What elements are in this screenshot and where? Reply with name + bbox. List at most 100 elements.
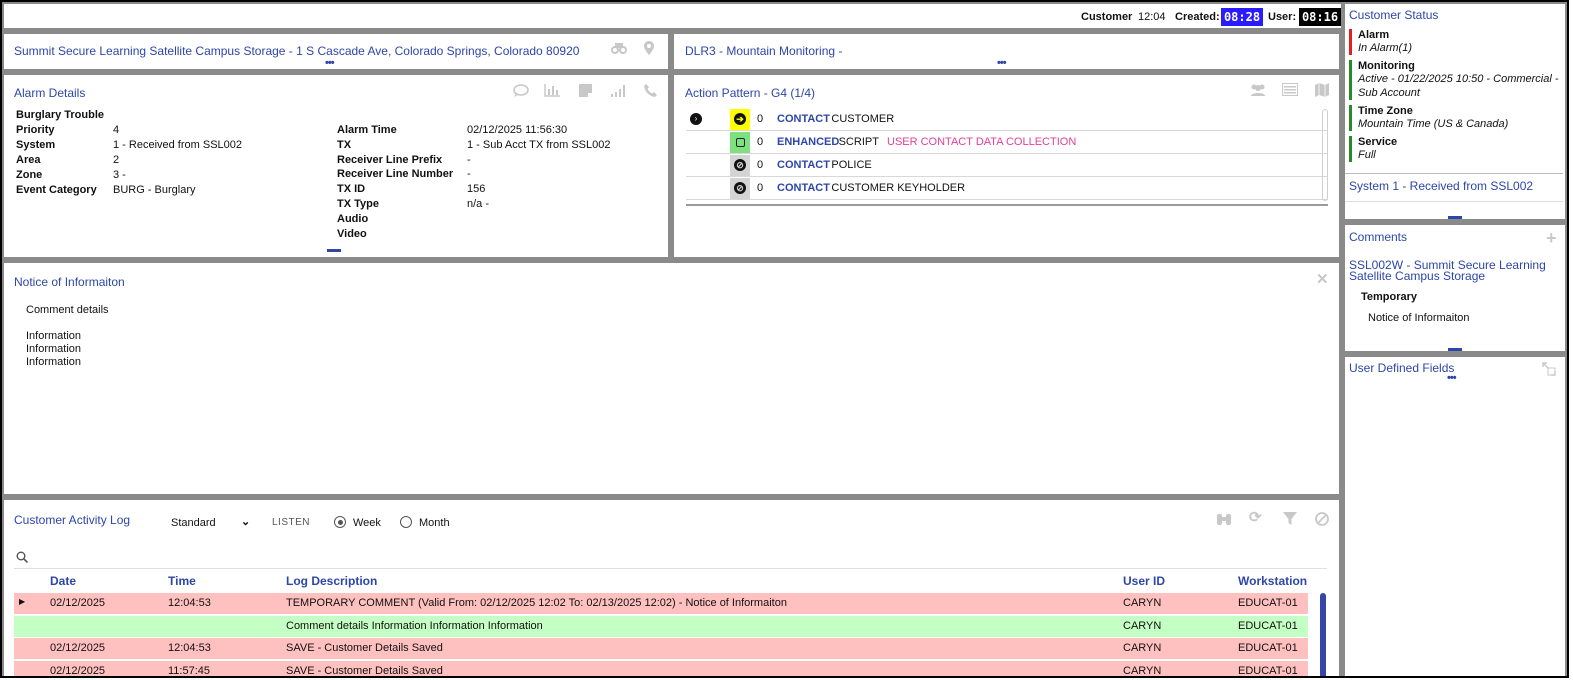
radio-label: Week xyxy=(353,517,381,529)
action-pattern-panel: Action Pattern - G4 (1/4) › ➔ 0 CONTACT CUST… xyxy=(674,75,1339,257)
user-clock: 08:16 xyxy=(1299,8,1341,26)
search-icon[interactable] xyxy=(16,551,29,566)
location-pin-icon[interactable] xyxy=(644,41,654,58)
notice-line: Information xyxy=(26,343,82,355)
log-scrollbar[interactable] xyxy=(1320,593,1326,676)
cell-time: 12:04:53 xyxy=(168,642,211,654)
detail-value: 3 - xyxy=(113,169,126,181)
map-icon[interactable] xyxy=(1315,83,1329,100)
dealer-title-link[interactable]: DLR3 - Mountain Monitoring - xyxy=(685,44,842,58)
dealer-header-panel: DLR3 - Mountain Monitoring - ••• xyxy=(674,34,1339,69)
chevron-down-icon: ⌄ xyxy=(241,516,251,528)
clear-filter-icon[interactable] xyxy=(1315,512,1329,529)
status-item-service: Service Full xyxy=(1349,136,1559,162)
status-key: Service xyxy=(1358,136,1398,148)
column-header[interactable]: Log Description xyxy=(286,574,377,588)
status-key: Time Zone xyxy=(1358,105,1413,117)
detail-value: - xyxy=(467,153,471,166)
step-count: 0 xyxy=(757,159,764,171)
detail-label: Alarm Time xyxy=(337,124,397,136)
status-item-monitoring: Monitoring Active - 01/22/2025 10:50 - Co… xyxy=(1349,60,1559,100)
column-header[interactable]: User ID xyxy=(1123,574,1165,588)
collapse-handle[interactable] xyxy=(1448,348,1462,351)
group-people-icon[interactable] xyxy=(1249,83,1267,100)
table-row[interactable]: 02/12/2025 12:04:53 SAVE - Customer Detail… xyxy=(14,638,1308,659)
action-step-row[interactable]: › ➔ 0 CONTACT CUSTOMER xyxy=(686,108,1328,131)
status-key: Alarm xyxy=(1358,29,1390,41)
column-header[interactable]: Date xyxy=(50,574,76,588)
expand-row-icon[interactable]: ▶ xyxy=(19,597,25,606)
collapse-handle[interactable] xyxy=(1448,216,1462,219)
table-row[interactable]: Comment details Information Information … xyxy=(14,615,1308,637)
detail-value: BURG - Burglary xyxy=(113,184,196,196)
expand-window-icon[interactable] xyxy=(1542,362,1556,379)
list-divider xyxy=(686,204,1328,206)
action-pattern-scrollbar[interactable] xyxy=(1322,109,1328,201)
status-item-time-zone: Time Zone Mountain Time (US & Canada) xyxy=(1349,105,1559,131)
site-title-link[interactable]: Summit Secure Learning Satellite Campus … xyxy=(14,44,579,58)
detail-value: - xyxy=(467,168,471,181)
cell-user: CARYN xyxy=(1123,642,1162,654)
comment-text: Notice of Informaiton xyxy=(1368,312,1470,324)
close-icon[interactable]: ✕ xyxy=(1316,272,1329,287)
square-icon[interactable] xyxy=(730,132,750,153)
binoculars-icon[interactable] xyxy=(1216,512,1232,529)
radio-circle[interactable] xyxy=(334,516,346,528)
list-view-icon[interactable] xyxy=(1282,83,1298,99)
cell-desc: TEMPORARY COMMENT (Valid From: 02/12/202… xyxy=(286,597,787,609)
binoculars-icon[interactable] xyxy=(610,41,628,58)
system-link[interactable]: System 1 - Received from SSL002 xyxy=(1349,179,1533,193)
action-step-row[interactable]: 0 ENHANCED SCRIPT USER CONTACT DATA COLLECT… xyxy=(686,131,1328,154)
created-label: Created: xyxy=(1175,11,1220,23)
status-value: Full xyxy=(1358,149,1376,161)
udf-panel: User Defined Fields ••• xyxy=(1345,357,1565,392)
comments-panel: Comments + SSL002W - Summit Secure Learn… xyxy=(1345,225,1565,351)
cell-time: 12:04:53 xyxy=(168,597,211,609)
phone-icon[interactable] xyxy=(644,84,657,100)
filter-icon[interactable] xyxy=(1283,512,1297,529)
log-view-select[interactable]: Standard ⌄ xyxy=(168,514,256,532)
divider xyxy=(1345,173,1563,174)
arrow-right-icon[interactable]: ➔ xyxy=(730,109,750,130)
bar-chart-icon[interactable] xyxy=(544,84,560,100)
table-row[interactable]: ▶ 02/12/2025 12:04:53 TEMPORARY COMMENT (Va… xyxy=(14,593,1308,614)
signal-strength-icon[interactable] xyxy=(610,84,626,100)
expand-more-icon[interactable]: ••• xyxy=(325,58,335,69)
refresh-icon[interactable]: ⟳ xyxy=(1249,510,1262,525)
notice-line: Information xyxy=(26,356,82,368)
expand-more-icon[interactable]: ••• xyxy=(997,58,1007,69)
column-header[interactable]: Time xyxy=(168,574,196,588)
customer-status-panel: Customer Status Alarm In Alarm(1) Monitori… xyxy=(1345,4,1565,219)
expand-more-icon[interactable]: ••• xyxy=(1447,373,1457,384)
column-header[interactable]: Workstation xyxy=(1238,574,1307,588)
detail-label: TX ID xyxy=(337,183,366,196)
app-window: Customer 12:04 Created: 08:28 User: 08:1… xyxy=(0,0,1569,678)
current-step-icon: › xyxy=(690,113,702,125)
cell-ws: EDUCAT-01 xyxy=(1238,619,1298,632)
collapse-handle[interactable] xyxy=(327,249,341,252)
status-value: Active - 01/22/2025 10:50 - Commercial -… xyxy=(1358,73,1559,99)
step-target: POLICE xyxy=(831,159,872,171)
status-strip: Customer 12:04 Created: 08:28 User: 08:1… xyxy=(4,4,1341,28)
detail-value: 156 xyxy=(467,183,486,196)
radio-circle[interactable] xyxy=(400,516,412,528)
action-step-row[interactable]: ⊘ 0 CONTACT POLICE xyxy=(686,154,1328,177)
chat-bubble-icon[interactable] xyxy=(513,84,529,100)
blocked-icon[interactable]: ⊘ xyxy=(730,178,750,199)
listen-label[interactable]: LISTEN xyxy=(272,517,310,528)
sidebar-empty-area xyxy=(1345,392,1565,676)
detail-label: Area xyxy=(16,154,41,166)
blocked-icon[interactable]: ⊘ xyxy=(730,155,750,176)
step-action: CONTACT xyxy=(777,113,830,125)
step-script-name[interactable]: USER CONTACT DATA COLLECTION xyxy=(887,136,1076,148)
table-row[interactable]: 02/12/2025 11:57:45 SAVE - Customer Detail… xyxy=(14,660,1308,676)
add-comment-icon[interactable]: + xyxy=(1546,229,1557,247)
step-target: CUSTOMER KEYHOLDER xyxy=(831,182,966,194)
cell-user: CARYN xyxy=(1123,619,1162,632)
status-value: In Alarm(1) xyxy=(1358,42,1412,54)
sticky-note-icon[interactable] xyxy=(579,84,592,100)
step-count: 0 xyxy=(757,113,764,125)
cell-ws: EDUCAT-01 xyxy=(1238,597,1298,609)
action-step-row[interactable]: ⊘ 0 CONTACT CUSTOMER KEYHOLDER xyxy=(686,177,1328,200)
comment-account-link[interactable]: SSL002W - Summit Secure Learning Satelli… xyxy=(1349,259,1561,282)
